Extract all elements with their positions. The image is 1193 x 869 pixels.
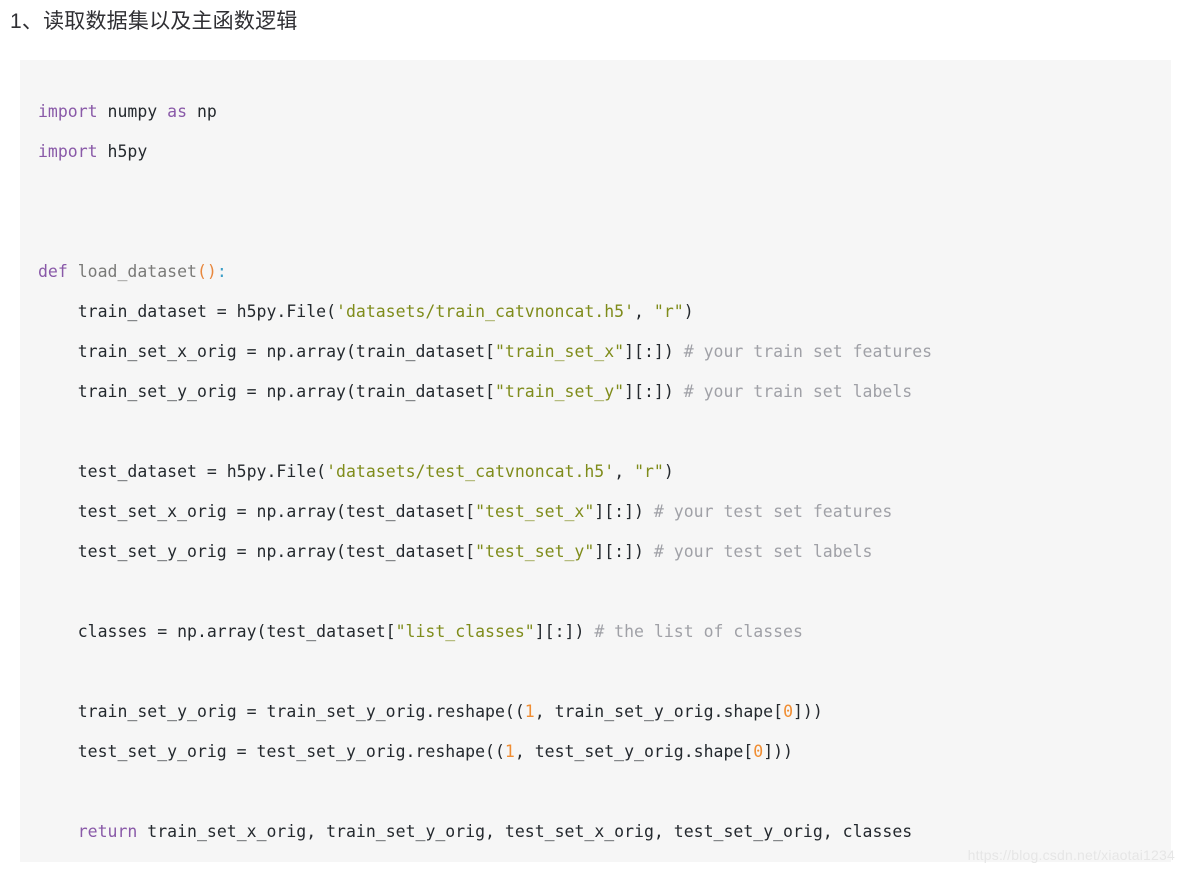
token-identifier: ])): [763, 742, 793, 761]
token-identifier: train_set_x_orig, train_set_y_orig, test…: [137, 822, 913, 841]
token-identifier: np: [187, 102, 217, 121]
code-line-17: test_set_y_orig = test_set_y_orig.reshap…: [38, 732, 1171, 772]
token-identifier: test_dataset = h5py.File(: [38, 462, 327, 481]
token-identifier: ])): [793, 702, 823, 721]
code-line-7: train_set_x_orig = np.array(train_datase…: [38, 332, 1171, 372]
token-comment: # your train set features: [683, 342, 933, 361]
token-keyword: import: [38, 142, 98, 161]
page-title: 1、读取数据集以及主函数逻辑: [10, 10, 298, 33]
code-line-2: import h5py: [38, 132, 1171, 172]
token-identifier: ][:]): [594, 502, 654, 521]
token-string: "r": [653, 302, 684, 321]
code-line-5: def load_dataset():: [38, 252, 1171, 292]
token-identifier: ): [663, 462, 674, 481]
code-line-10: test_dataset = h5py.File('datasets/test_…: [38, 452, 1171, 492]
token-identifier: ][:]): [624, 342, 684, 361]
token-identifier: classes = np.array(test_dataset[: [38, 622, 396, 641]
token-identifier: , train_set_y_orig.shape[: [534, 702, 784, 721]
token-identifier: ,: [634, 302, 654, 321]
code-content: import numpy as np import h5py def load_d…: [20, 60, 1171, 852]
code-line-1: import numpy as np: [38, 92, 1171, 132]
token-identifier: train_set_y_orig = train_set_y_orig.resh…: [38, 702, 525, 721]
token-identifier: numpy: [97, 102, 168, 121]
token-string: 'datasets/train_catvnoncat.h5': [336, 302, 635, 321]
token-string: "test_set_y": [475, 542, 595, 561]
token-identifier: ][:]): [624, 382, 684, 401]
code-line-19: return train_set_x_orig, train_set_y_ori…: [38, 812, 1171, 852]
token-string: "train_set_y": [494, 382, 625, 401]
token-identifier: [68, 262, 78, 281]
code-line-12: test_set_y_orig = np.array(test_dataset[…: [38, 532, 1171, 572]
token-identifier: test_set_y_orig = np.array(test_dataset[: [38, 542, 476, 561]
code-line-6: train_dataset = h5py.File('datasets/trai…: [38, 292, 1171, 332]
token-keyword: def: [38, 262, 68, 281]
token-identifier: train_set_y_orig = np.array(train_datase…: [38, 382, 495, 401]
token-comment: # the list of classes: [594, 622, 803, 641]
token-string: "list_classes": [395, 622, 535, 641]
token-identifier: train_set_x_orig = np.array(train_datase…: [38, 342, 495, 361]
token-string: 'datasets/test_catvnoncat.h5': [326, 462, 615, 481]
token-identifier: train_dataset = h5py.File(: [38, 302, 337, 321]
token-identifier: ][:]): [534, 622, 595, 641]
token-identifier: h5py: [97, 142, 148, 161]
token-string: "train_set_x": [494, 342, 625, 361]
token-number: 1: [504, 742, 515, 761]
token-number: 0: [783, 702, 793, 721]
token-string: "test_set_x": [475, 502, 595, 521]
code-block: import numpy as np import h5py def load_d…: [20, 60, 1171, 862]
token-keyword: import: [38, 102, 98, 121]
token-number: 0: [753, 742, 764, 761]
code-line-8: train_set_y_orig = np.array(train_datase…: [38, 372, 1171, 412]
token-keyword: return: [77, 822, 138, 841]
code-line-16: train_set_y_orig = train_set_y_orig.resh…: [38, 692, 1171, 732]
token-identifier: ): [683, 302, 694, 321]
token-comment: # your test set labels: [653, 542, 873, 561]
token-identifier: ,: [614, 462, 635, 481]
token-identifier: , test_set_y_orig.shape[: [514, 742, 754, 761]
token-function-name: load_dataset: [77, 262, 197, 281]
token-identifier: test_set_y_orig = test_set_y_orig.reshap…: [38, 742, 505, 761]
watermark: https://blog.csdn.net/xiaotai1234: [967, 847, 1175, 863]
token-identifier: test_set_x_orig = np.array(test_dataset[: [38, 502, 476, 521]
token-number: 1: [524, 702, 535, 721]
token-colon: :: [216, 262, 227, 281]
token-paren: (): [196, 262, 217, 281]
token-identifier: [38, 822, 78, 841]
code-line-11: test_set_x_orig = np.array(test_dataset[…: [38, 492, 1171, 532]
token-identifier: ][:]): [594, 542, 654, 561]
token-comment: # your train set labels: [683, 382, 913, 401]
token-keyword: as: [167, 102, 188, 121]
token-string: "r": [634, 462, 664, 481]
token-comment: # your test set features: [653, 502, 893, 521]
code-line-14: classes = np.array(test_dataset["list_cl…: [38, 612, 1171, 652]
